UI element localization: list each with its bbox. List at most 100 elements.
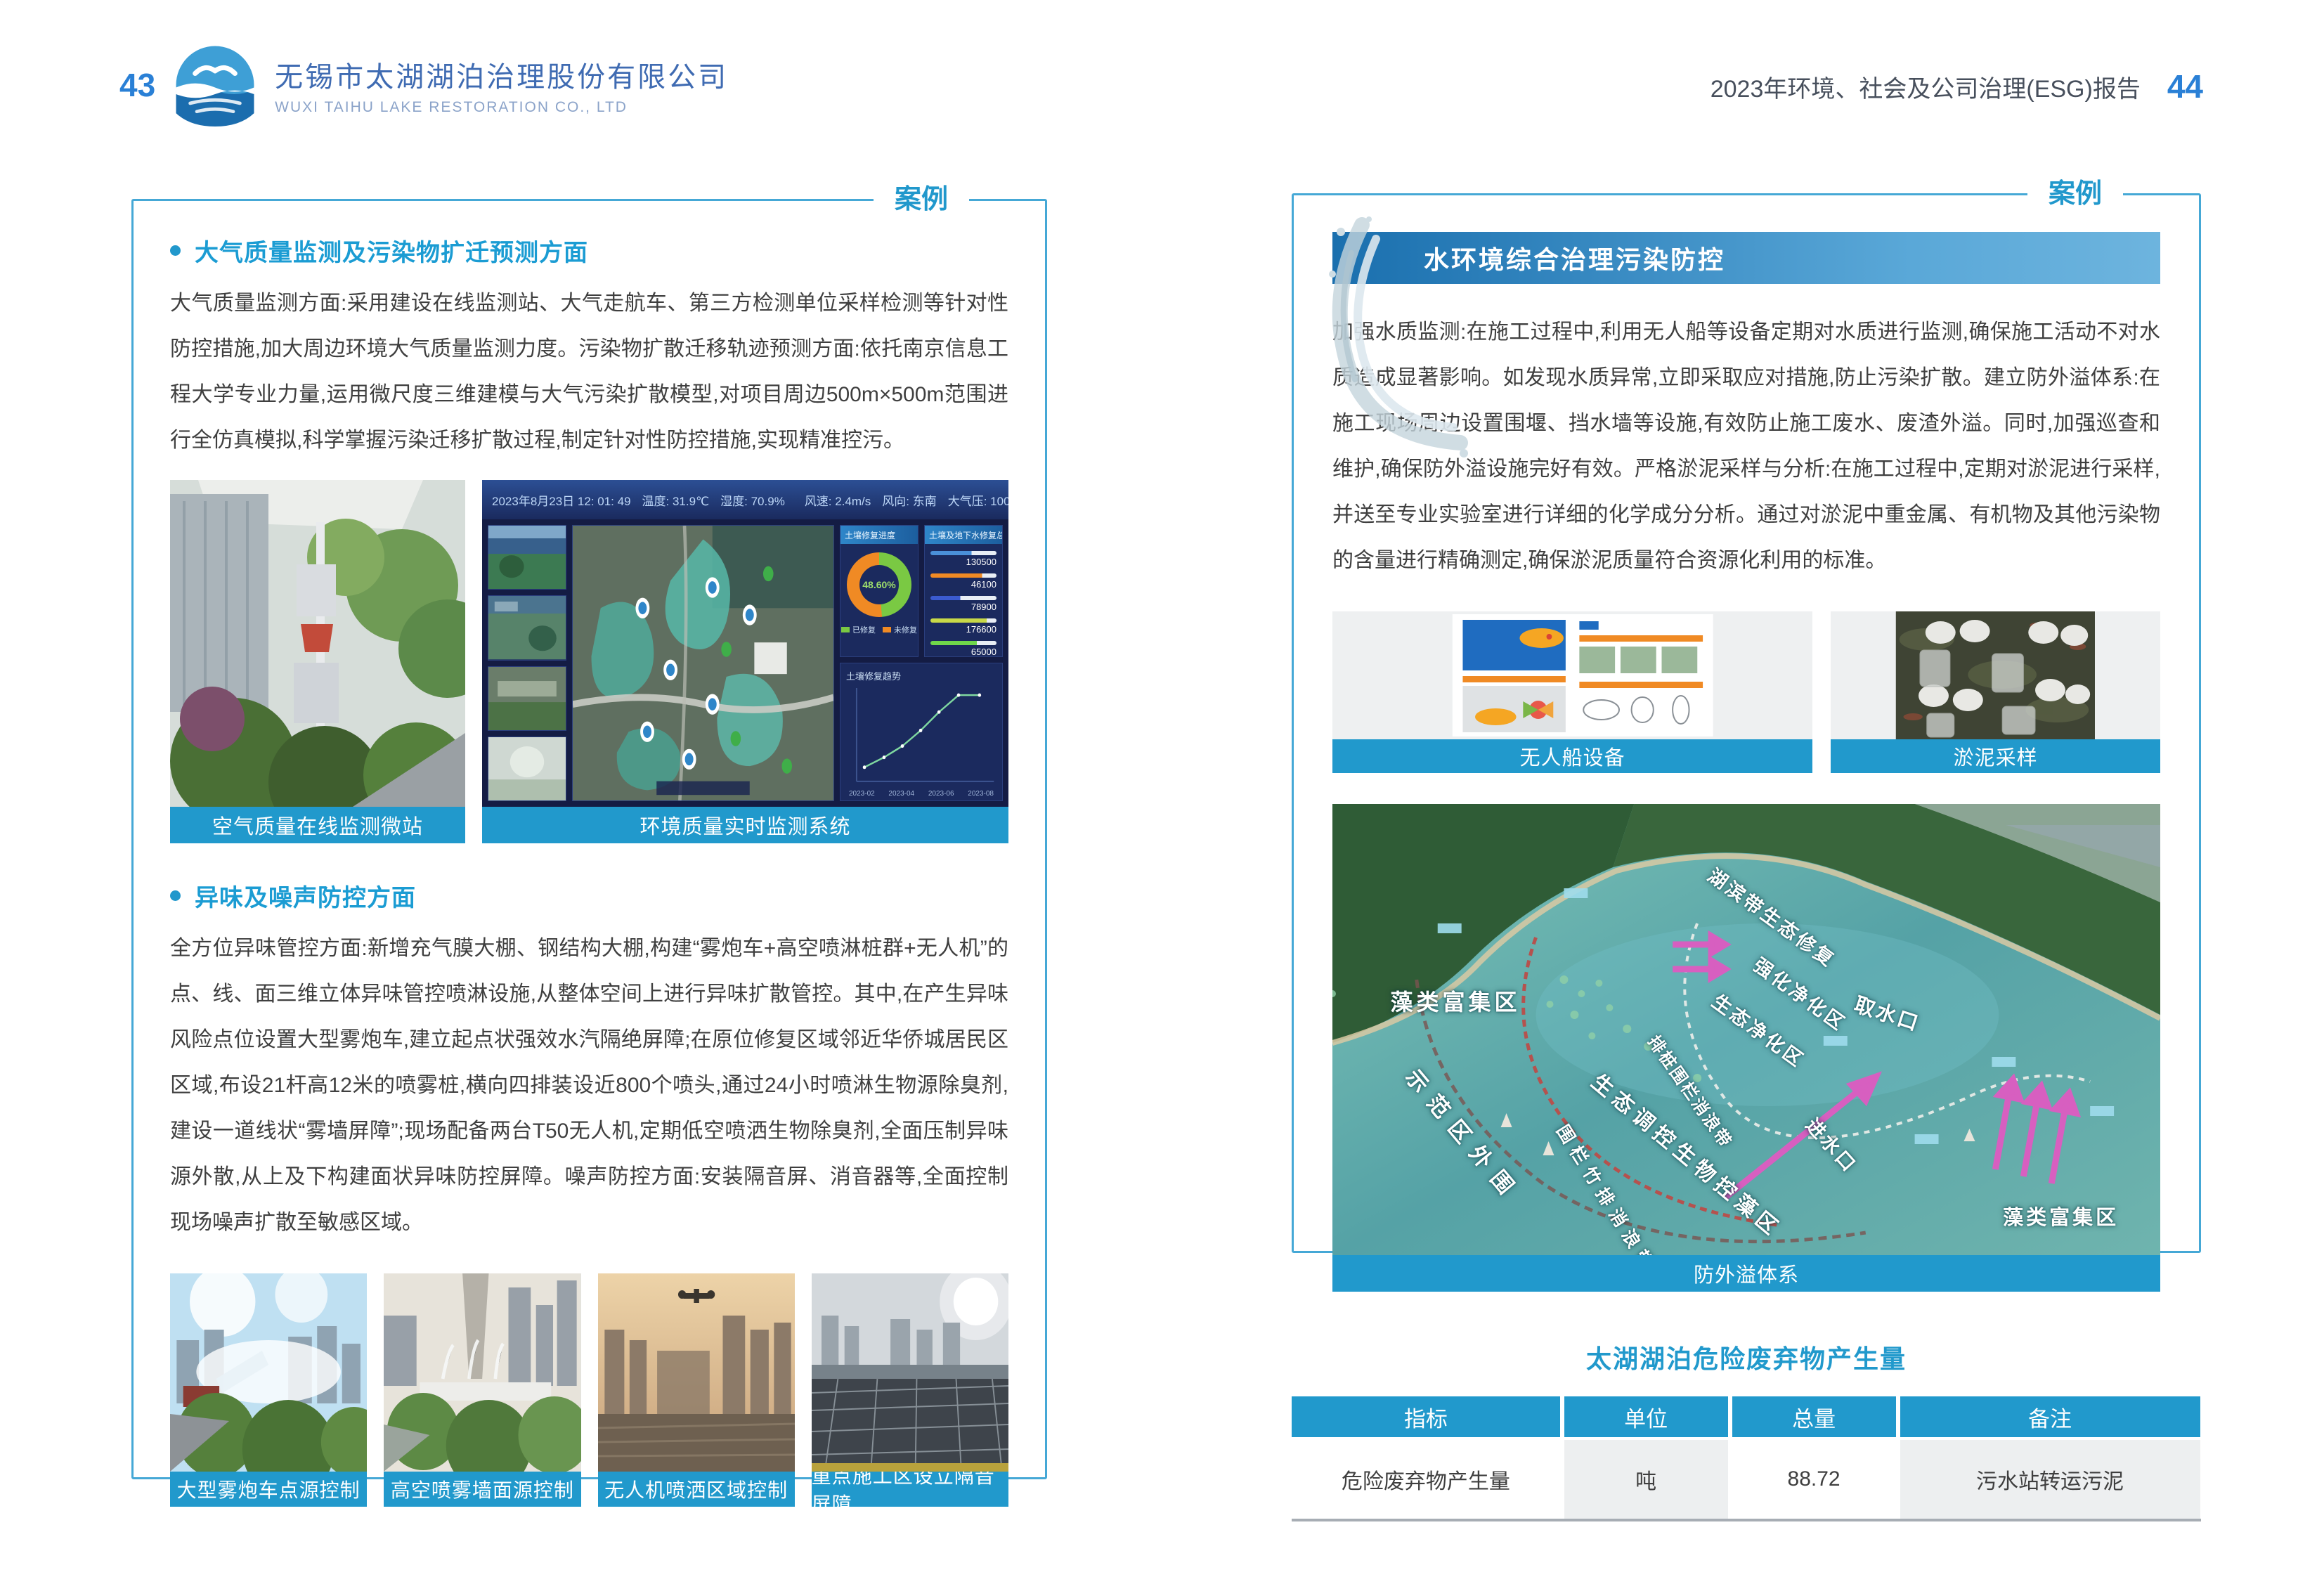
trend-x-tick: 2023-04 (888, 790, 914, 798)
banner-water-treatment: 水环境综合治理污染防控 (1332, 232, 2160, 284)
dashboard-top-panels: 土壤修复进度 48.60% 已修复 (840, 525, 1003, 657)
satellite-map[interactable] (572, 525, 834, 801)
photo-sludge-sampling (1831, 611, 2160, 739)
boat-brochure-art (1332, 611, 1812, 739)
waste-table: 指标 单位 总量 备注 危险废弃物产生量 吨 88.72 污水站转运污泥 (1292, 1396, 2201, 1521)
bullet-dot (170, 890, 181, 901)
figure-fog-cannon: 大型雾炮车点源控制 (170, 1273, 367, 1507)
photo-unmanned-boat (1332, 611, 1812, 739)
caption-sound-barrier: 重点施工区设立隔音屏障 (812, 1472, 1008, 1507)
company-name-en: WUXI TAIHU LAKE RESTORATION CO., LTD (275, 99, 728, 116)
report-spread: 43 无锡市太湖湖泊治理股份有限公司 WUXI TAIHU LAKE RESTO… (0, 0, 2324, 1577)
section1-body: 大气质量监测方面:采用建设在线监测站、大气走航车、第三方检测单位采样检测等针对性… (170, 280, 1008, 463)
table-cell-unit: 吨 (1564, 1440, 1728, 1519)
case-tag-left: 案例 (874, 181, 969, 218)
figure-spray-wall: 高空喷雾墙面源控制 (384, 1273, 580, 1507)
caption-drone-spray: 无人机喷洒区域控制 (598, 1472, 795, 1507)
dashboard-topbar-left: 2023年8月23日 12: 01: 49 温度: 31.9℃ 湿度: 70.9… (492, 491, 785, 509)
donut-hole: 48.60% (859, 565, 899, 604)
caption-fog-cannon: 大型雾炮车点源控制 (170, 1472, 367, 1507)
camera-thumb-4[interactable] (488, 736, 566, 801)
bar-track (930, 618, 997, 623)
bar-row: 176600 (930, 618, 997, 635)
table-header-cell: 备注 (1900, 1396, 2200, 1437)
dashboard-topbar: 2023年8月23日 12: 01: 49 温度: 31.9℃ 湿度: 70.9… (482, 480, 1008, 519)
bar-row: 78900 (930, 596, 997, 612)
caption-spray-wall: 高空喷雾墙面源控制 (384, 1472, 580, 1507)
bar-value: 65000 (930, 647, 997, 657)
legend-todo-swatch (883, 627, 891, 632)
sound-barrier-photo-art (812, 1273, 1008, 1472)
legend-todo-label: 未修复 (894, 624, 917, 635)
donut-value: 48.60% (862, 579, 895, 590)
drone-photo-art (598, 1273, 795, 1472)
progress-panel: 土壤修复进度 48.60% 已修复 (840, 525, 918, 657)
trend-x-tick: 2023-08 (968, 790, 994, 798)
aerial-label: 藻类富集区 (1390, 985, 1520, 1017)
waste-table-section: 太湖湖泊危险废弃物产生量 指标 单位 总量 备注 危险废弃物产生量 吨 88.7… (1292, 1339, 2201, 1521)
sludge-sampling-art (1831, 611, 2160, 739)
dashboard-topbar-right: 风速: 2.4m/s 风向: 东南 大气压: 100.5pa ▣ ⚙ (805, 491, 1008, 509)
table-title: 太湖湖泊危险废弃物产生量 (1292, 1339, 2201, 1375)
bar-track (930, 596, 997, 600)
section2-title: 异味及噪声防控方面 (195, 878, 416, 913)
table-header-cell: 单位 (1564, 1396, 1728, 1437)
figure-sound-barrier: 重点施工区设立隔音屏障 (812, 1273, 1008, 1507)
company-logo-icon (174, 44, 257, 126)
camera-thumbnails (488, 525, 566, 801)
table-header-row: 指标 单位 总量 备注 (1292, 1396, 2201, 1437)
page-number-left: 43 (119, 66, 155, 104)
dashboard-right-column: 土壤修复进度 48.60% 已修复 (840, 525, 1003, 801)
trend-x-axis: 2023-02 2023-04 2023-06 2023-08 (846, 790, 997, 798)
photo-monitor-system: 2023年8月23日 12: 01: 49 温度: 31.9℃ 湿度: 70.9… (482, 480, 1008, 807)
right-case-body: 加强水质监测:在施工过程中,利用无人船等设备定期对水质进行监测,确保施工活动不对… (1332, 309, 2160, 583)
figure-row-1: 空气质量在线监测微站 2023年8月23日 12: 01: 49 温度: 31.… (170, 480, 1008, 843)
figure-air-station: 空气质量在线监测微站 (170, 480, 465, 843)
left-case-box: 案例 大气质量监测及污染物扩迁预测方面 大气质量监测方面:采用建设在线监测站、大… (131, 199, 1047, 1479)
section1-title: 大气质量监测及污染物扩迁预测方面 (195, 233, 588, 268)
dash-pressure: 大气压: 100.5pa (948, 491, 1008, 509)
totals-bars: 130500 46100 78900 176600 65000 (925, 544, 1002, 661)
bar-value: 176600 (930, 625, 997, 635)
bar-track (930, 573, 997, 578)
bar-track (930, 551, 997, 555)
company-names: 无锡市太湖湖泊治理股份有限公司 WUXI TAIHU LAKE RESTORAT… (275, 54, 728, 116)
figure-overflow-system: 藻类富集区 湖滨带生态修复 强化净化区 生态净化区 排桩围栏消浪带 生态调控生物… (1332, 804, 2160, 1292)
figure-drone-spray: 无人机喷洒区域控制 (598, 1273, 795, 1507)
dash-wind-dir: 风向: 东南 (882, 491, 936, 509)
camera-thumb-1[interactable] (488, 525, 566, 590)
header-left: 43 无锡市太湖湖泊治理股份有限公司 WUXI TAIHU LAKE RESTO… (119, 44, 728, 126)
trend-x-tick: 2023-02 (849, 790, 875, 798)
camera-thumb-3[interactable] (488, 666, 566, 731)
bar-row: 46100 (930, 573, 997, 590)
table-header-cell: 总量 (1732, 1396, 1896, 1437)
dash-wind-speed: 风速: 2.4m/s (805, 491, 871, 509)
caption-unmanned-boat: 无人船设备 (1332, 739, 1812, 773)
case-tag-right: 案例 (2027, 176, 2123, 212)
trend-line-chart (846, 684, 997, 790)
legend-todo: 未修复 (883, 624, 917, 635)
progress-panel-title: 土壤修复进度 (840, 526, 918, 544)
figure-sludge-sampling: 淤泥采样 (1831, 611, 2160, 773)
legend-done-swatch (841, 627, 850, 632)
banner-title: 水环境综合治理污染防控 (1424, 240, 1725, 276)
trend-x-tick: 2023-06 (928, 790, 954, 798)
dash-temperature: 温度: 31.9℃ (642, 491, 710, 509)
caption-air-station: 空气质量在线监测微站 (170, 807, 465, 843)
photo-air-station (170, 480, 465, 807)
legend-done: 已修复 (841, 624, 876, 635)
header-right: 2023年环境、社会及公司治理(ESG)报告 44 (1710, 67, 2203, 105)
photo-spray-wall (384, 1273, 580, 1472)
caption-sludge-sampling: 淤泥采样 (1831, 739, 2160, 773)
photo-fog-cannon (170, 1273, 367, 1472)
company-name-cn: 无锡市太湖湖泊治理股份有限公司 (275, 54, 728, 95)
camera-thumb-2[interactable] (488, 595, 566, 660)
photo-drone-spray (598, 1273, 795, 1472)
bar-value: 46100 (930, 580, 997, 590)
caption-monitor-system: 环境质量实时监测系统 (482, 807, 1008, 843)
trend-panel: 土壤修复趋势 2023-02 2023 (840, 663, 1003, 801)
bar-row: 130500 (930, 551, 997, 567)
table-cell-indicator: 危险废弃物产生量 (1292, 1440, 1560, 1519)
progress-donut: 48.60% (847, 552, 911, 617)
bar-value: 78900 (930, 602, 997, 612)
